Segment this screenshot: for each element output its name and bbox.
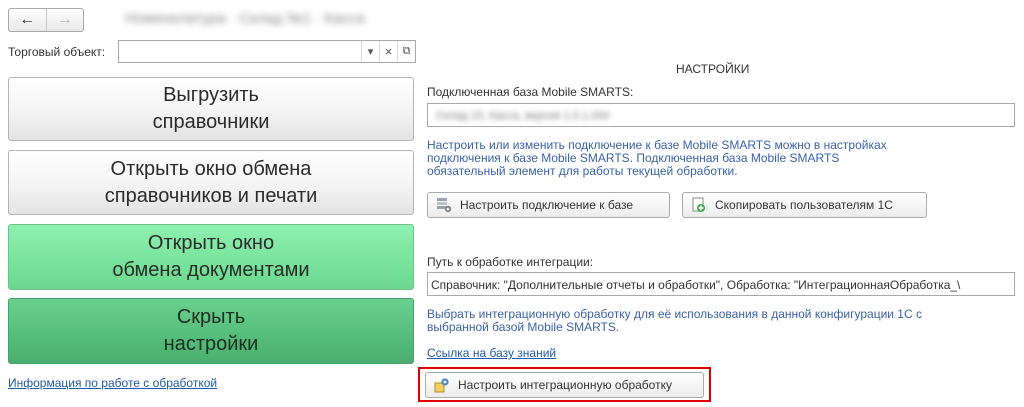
open-icon[interactable]: ⧉ (397, 41, 415, 62)
window-title: Номенклатура · Склад №1 · Касса (125, 10, 365, 27)
path-value: Справочник: "Дополнительные отчеты и обр… (431, 278, 961, 292)
export-catalogs-button[interactable]: Выгрузить справочники (8, 77, 414, 141)
open-exchange-window-button[interactable]: Открыть окно обмена справочников и печат… (8, 150, 414, 215)
path-note-line2: выбранной базой Mobile SMARTS. (427, 320, 620, 334)
path-label: Путь к обработке интеграции: (427, 255, 594, 269)
open-docs-line2: обмена документами (112, 259, 310, 281)
back-button[interactable]: ← (9, 9, 46, 31)
export-button-line2: справочники (152, 111, 270, 133)
copy-users-button[interactable]: Скопировать пользователям 1С (682, 192, 927, 218)
open-documents-exchange-button[interactable]: Открыть окно обмена документами (8, 224, 414, 290)
integration-settings-icon (434, 377, 450, 393)
db-note: Настроить или изменить подключение к баз… (427, 139, 887, 178)
path-field[interactable]: Справочник: "Дополнительные отчеты и обр… (427, 272, 1015, 296)
settings-heading: НАСТРОЙКИ (676, 62, 750, 76)
object-field[interactable]: ▾ × ⧉ (118, 40, 416, 63)
connect-db-label: Настроить подключение к базе (460, 198, 634, 212)
db-label: Подключенная база Mobile SMARTS: (427, 85, 634, 99)
db-note-line3: обязательный элемент для работы текущей … (427, 164, 738, 178)
hide-settings-button[interactable]: Скрыть настройки (8, 298, 414, 364)
export-button-line1: Выгрузить (163, 84, 259, 106)
open-docs-line1: Открыть окно (147, 232, 275, 254)
nav-buttons: ← → (8, 8, 84, 32)
hide-settings-line2: настройки (163, 333, 259, 355)
clear-icon[interactable]: × (379, 41, 397, 62)
forward-button[interactable]: → (45, 9, 84, 31)
info-link[interactable]: Информация по работе с обработкой (8, 376, 217, 390)
open-exchange-line1: Открыть окно обмена (110, 157, 312, 180)
hide-settings-line1: Скрыть (176, 306, 246, 328)
configure-integration-label: Настроить интеграционную обработку (458, 378, 672, 392)
path-note: Выбрать интеграционную обработку для её … (427, 308, 922, 334)
db-field[interactable]: Склад 15, Касса, версия 1.0.1.000 (427, 103, 1015, 127)
connect-db-button[interactable]: Настроить подключение к базе (427, 192, 670, 218)
copy-users-label: Скопировать пользователям 1С (715, 198, 893, 212)
db-value: Склад 15, Касса, версия 1.0.1.000 (436, 110, 610, 122)
copy-users-icon (691, 197, 707, 213)
object-field-label: Торговый объект: (8, 45, 106, 59)
database-settings-icon (436, 197, 452, 213)
open-exchange-line2: справочников и печати (104, 184, 318, 207)
knowledge-base-link[interactable]: Ссылка на базу знаний (427, 346, 556, 360)
configure-integration-button[interactable]: Настроить интеграционную обработку (425, 372, 704, 398)
dropdown-icon[interactable]: ▾ (361, 41, 379, 62)
